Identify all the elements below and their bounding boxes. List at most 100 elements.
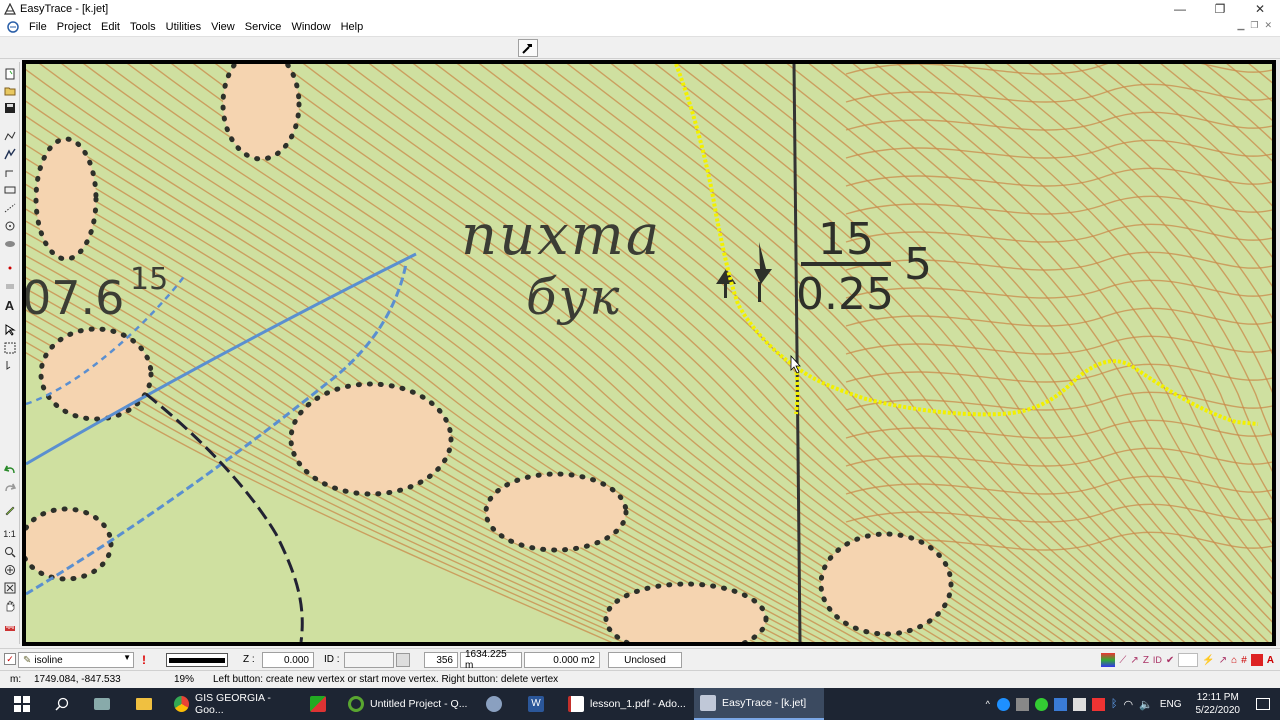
topographic-map[interactable]: пихта бук 07.6 15 15 0.25 5	[26, 64, 1272, 642]
redo-icon[interactable]	[2, 480, 17, 495]
taskbar-item-easytrace[interactable]: EasyTrace - [k.jet]	[694, 688, 824, 720]
point-tool-icon[interactable]	[2, 260, 17, 275]
label-icon[interactable]: A	[1267, 655, 1274, 666]
vertex-select-icon[interactable]	[2, 358, 17, 373]
id-snap-icon[interactable]: ID	[1153, 655, 1162, 665]
pan-hand-icon[interactable]	[2, 598, 17, 613]
ruler-icon[interactable]	[2, 620, 17, 635]
clock[interactable]: 12:11 PM 5/22/2020	[1196, 691, 1241, 717]
undo-icon[interactable]	[2, 462, 17, 477]
taskbar-item-app4[interactable]	[480, 688, 508, 720]
z-value-field[interactable]: 0.000	[262, 652, 314, 668]
length-field: 1634.225 m	[460, 649, 522, 671]
camera-icon	[94, 698, 110, 710]
id-label: ID :	[324, 654, 340, 665]
eraser-icon[interactable]	[2, 278, 17, 293]
minimize-button[interactable]: —	[1160, 0, 1200, 18]
battery-icon[interactable]	[1072, 697, 1086, 711]
volume-icon[interactable]: 🔈	[1139, 698, 1153, 711]
taskbar-item-label: GIS GEORGIA - Goo...	[195, 692, 271, 716]
text-tool-icon[interactable]: A	[2, 298, 17, 313]
camera-app-button[interactable]	[90, 688, 114, 720]
alert-icon: !	[142, 653, 146, 667]
species-label-top: пихта	[461, 203, 661, 268]
curve-tool-icon[interactable]	[2, 146, 17, 161]
taskbar-item-chrome[interactable]: GIS GEORGIA - Goo...	[168, 688, 296, 720]
notifications-icon[interactable]	[1256, 698, 1270, 710]
taskbar-item-acrobat[interactable]: lesson_1.pdf - Ado...	[562, 688, 690, 720]
menu-file[interactable]: File	[24, 21, 52, 33]
id-lock-icon[interactable]	[396, 653, 410, 667]
map-canvas[interactable]: пихта бук 07.6 15 15 0.25 5	[26, 64, 1272, 642]
chevron-down-icon[interactable]: ▼	[123, 653, 131, 662]
node-snap-icon[interactable]: ⟋	[1119, 655, 1126, 666]
layers-icon[interactable]	[1101, 653, 1116, 667]
hatch-tool-icon[interactable]	[2, 236, 17, 251]
select-arrow-icon[interactable]	[2, 322, 17, 337]
zoom-level: 19%	[174, 674, 195, 685]
trace-tool-button[interactable]	[518, 39, 538, 57]
zoom-icon[interactable]	[2, 544, 17, 559]
layer-checkbox[interactable]: ✓	[4, 653, 16, 665]
menu-window[interactable]: Window	[286, 21, 335, 33]
z-snap-icon[interactable]: Z	[1143, 655, 1149, 666]
menu-help[interactable]: Help	[336, 21, 369, 33]
pencil-icon[interactable]	[2, 502, 17, 517]
line-style-swatch[interactable]	[166, 653, 228, 667]
wifi-icon[interactable]: ◠	[1124, 698, 1134, 711]
save-icon[interactable]	[2, 100, 17, 115]
menu-view[interactable]: View	[206, 21, 240, 33]
zoom-1-1-icon[interactable]: 1:1	[2, 526, 17, 541]
circle-tool-icon[interactable]	[2, 218, 17, 233]
start-button[interactable]	[8, 688, 36, 720]
rectangle-tool-icon[interactable]	[2, 182, 17, 197]
polyline-tool-icon[interactable]	[2, 128, 17, 143]
step-line-icon[interactable]	[2, 164, 17, 179]
mdi-restore-icon[interactable]: ❐	[1250, 20, 1258, 31]
id-field[interactable]	[344, 652, 394, 668]
open-folder-icon[interactable]	[2, 83, 17, 98]
title-bar: EasyTrace - [k.jet] — ❐ ✕	[0, 0, 1280, 18]
menu-utilities[interactable]: Utilities	[161, 21, 206, 33]
search-button[interactable]	[50, 688, 74, 720]
taskbar-item-word[interactable]: W	[522, 688, 550, 720]
zoom-extent-icon[interactable]	[2, 580, 17, 595]
grid-icon[interactable]: #	[1241, 655, 1247, 666]
home-icon[interactable]: ⌂	[1231, 655, 1237, 666]
language-indicator[interactable]: ENG	[1160, 699, 1182, 710]
file-explorer-button[interactable]	[132, 688, 156, 720]
check-snap-icon[interactable]: ✔	[1166, 655, 1174, 666]
recording-icon[interactable]	[1091, 697, 1105, 711]
skype-icon[interactable]	[996, 697, 1010, 711]
tray-chevron-icon[interactable]: ^	[986, 699, 990, 709]
mdi-minimize-icon[interactable]: ▁	[1237, 20, 1244, 31]
close-button[interactable]: ✕	[1240, 0, 1280, 18]
multi-select-icon[interactable]	[2, 340, 17, 355]
layer-select-value: isoline	[34, 654, 63, 666]
menu-edit[interactable]: Edit	[96, 21, 125, 33]
fill-icon[interactable]	[1250, 654, 1263, 666]
layer-select[interactable]: ✎ isoline ▼	[18, 652, 134, 668]
vertical-scrollbar[interactable]	[1276, 60, 1280, 646]
zoom-area-icon[interactable]	[2, 562, 17, 577]
menu-project[interactable]: Project	[52, 21, 96, 33]
taskbar-item-app2[interactable]	[300, 688, 336, 720]
auto-trace-icon[interactable]: ↗	[1219, 655, 1227, 666]
windows-logo-icon	[14, 696, 30, 712]
tray-app-icon[interactable]	[1015, 697, 1029, 711]
new-file-icon[interactable]	[2, 66, 17, 81]
snap-box[interactable]	[1178, 653, 1199, 667]
menu-service[interactable]: Service	[240, 21, 287, 33]
document-window-icon[interactable]	[6, 20, 20, 34]
restore-button[interactable]: ❐	[1200, 0, 1240, 18]
mdi-close-icon[interactable]: ✕	[1264, 20, 1272, 31]
tray-blue-icon[interactable]	[1053, 697, 1067, 711]
network-app-icon[interactable]	[1034, 697, 1048, 711]
folder-icon	[136, 698, 152, 710]
line-snap-icon[interactable]: ↗	[1130, 655, 1138, 666]
bluetooth-icon[interactable]: ᛒ	[1111, 698, 1118, 710]
menu-tools[interactable]: Tools	[125, 21, 161, 33]
dotted-line-icon[interactable]	[2, 200, 17, 215]
trace-snap-icon[interactable]: ⚡	[1202, 655, 1214, 666]
taskbar-item-qgis[interactable]: Untitled Project - Q...	[342, 688, 470, 720]
